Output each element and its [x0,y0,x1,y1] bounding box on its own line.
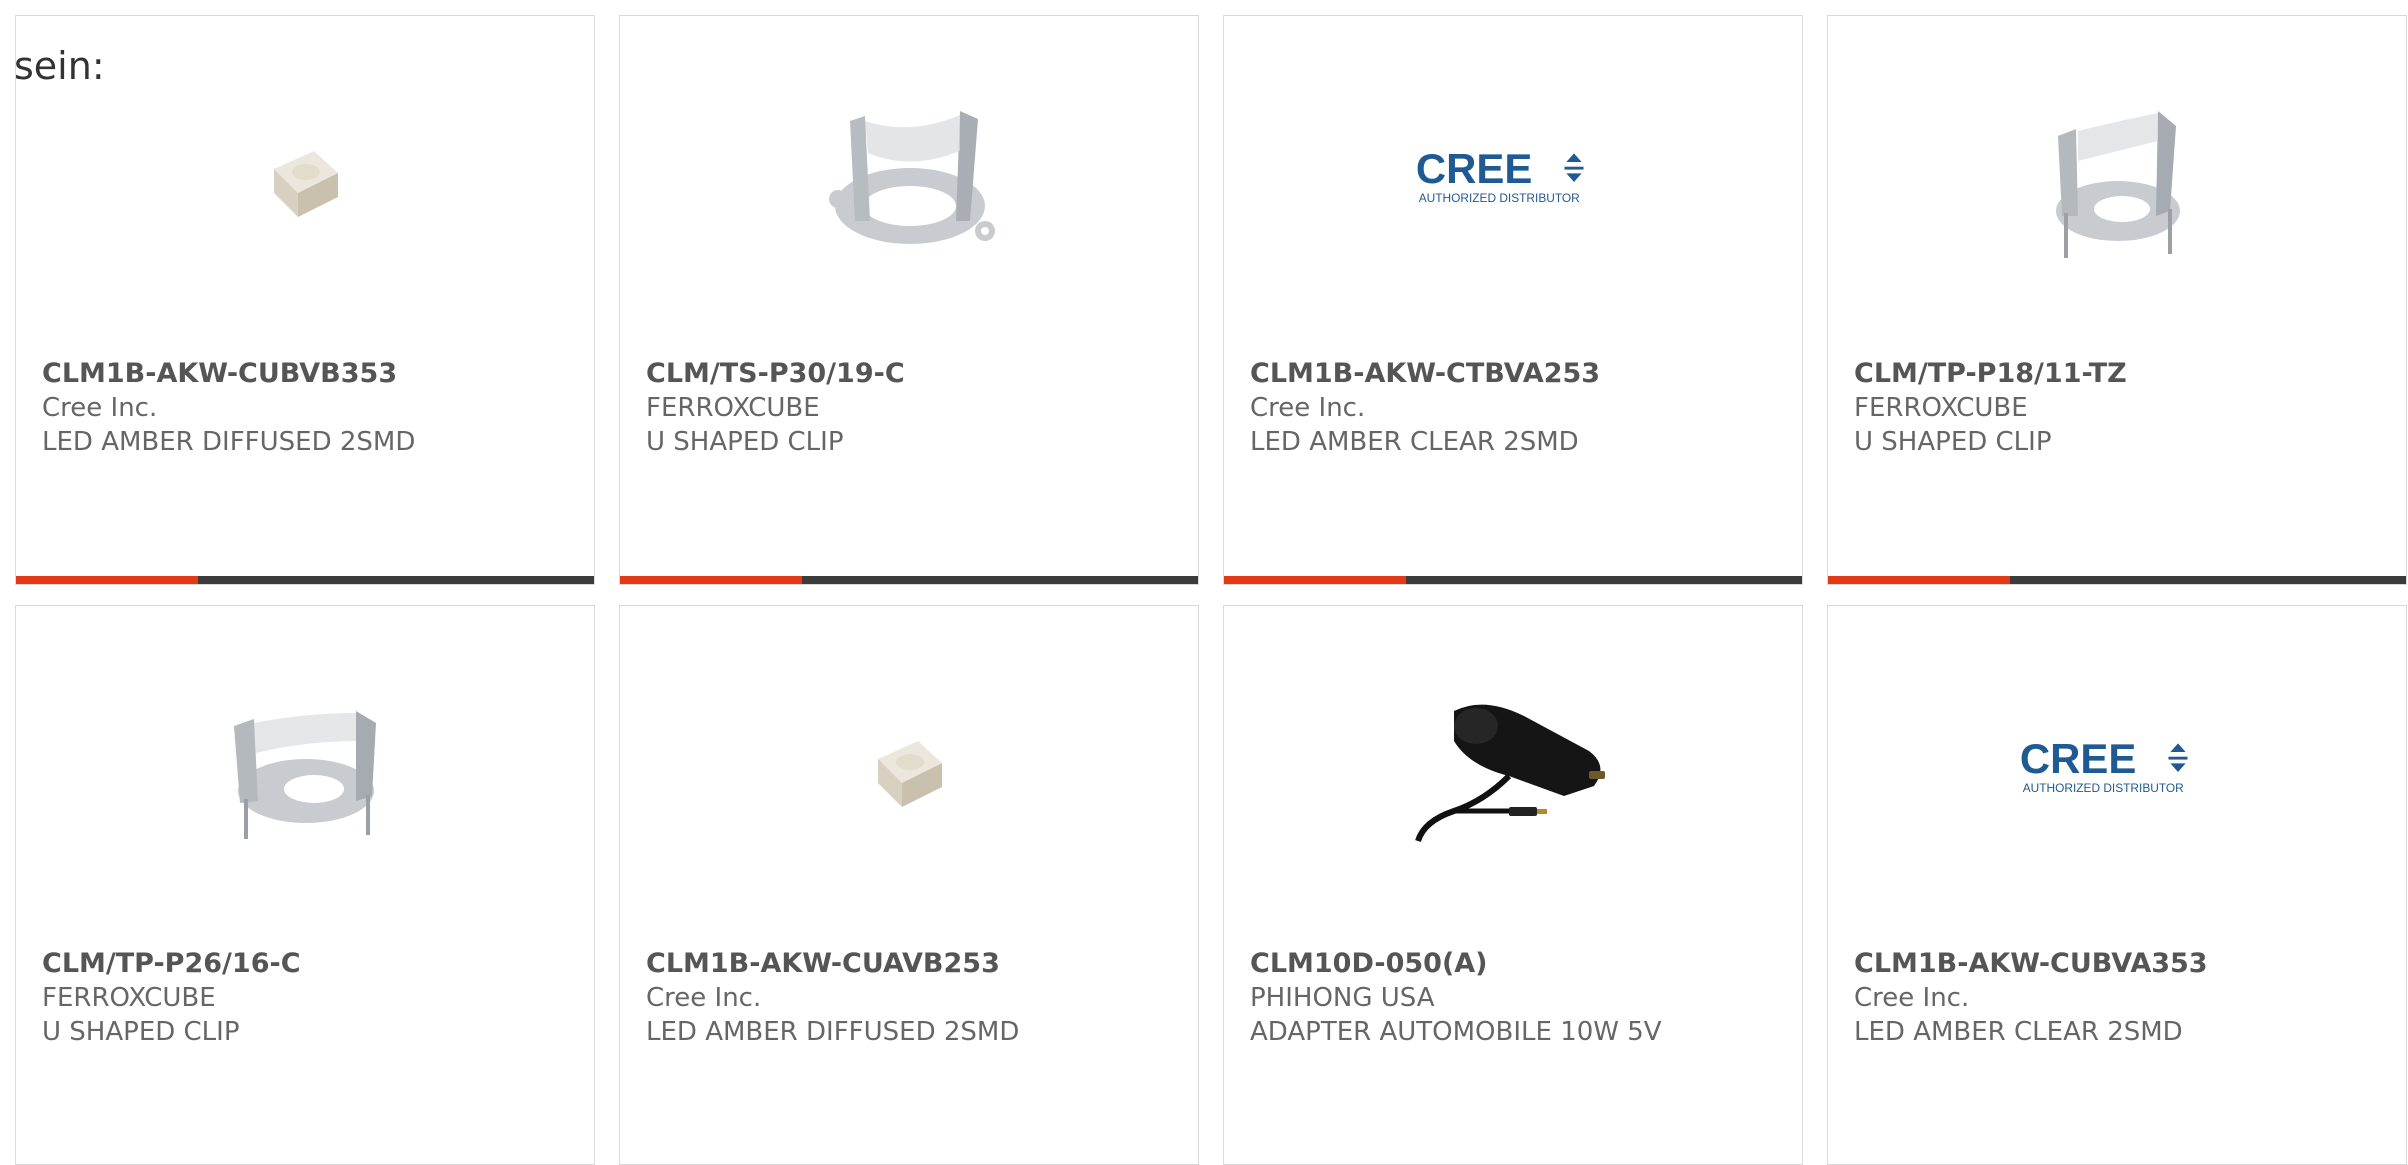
card-bar-accent [1224,576,1406,584]
card-bar [620,576,1198,584]
product-card[interactable]: CLM/TS-P30/19-C FERROXCUBE U SHAPED CLIP [619,15,1199,585]
description: LED AMBER DIFFUSED 2SMD [42,427,416,457]
description: LED AMBER CLEAR 2SMD [1250,427,1579,457]
card-bar-accent [1828,576,2010,584]
manufacturer: FERROXCUBE [1854,393,2028,423]
part-number[interactable]: CLM/TS-P30/19-C [646,357,905,391]
clip-icon [810,81,1010,281]
card-bar [1224,576,1802,584]
car-adapter-icon [1414,671,1614,871]
cree-logo: CREE AUTHORIZED DISTRIBUTOR [1414,81,1614,281]
manufacturer: Cree Inc. [42,393,158,423]
part-number[interactable]: CLM1B-AKW-CUBVB353 [42,357,415,391]
description: LED AMBER CLEAR 2SMD [1854,1017,2183,1047]
manufacturer: Cree Inc. [1250,393,1366,423]
card-bar [1828,576,2406,584]
cree-logo: CREE AUTHORIZED DISTRIBUTOR [2018,671,2218,871]
cree-wordmark: CREE [1416,145,1532,192]
manufacturer: FERROXCUBE [646,393,820,423]
cree-wordmark: CREE [2020,735,2136,782]
intro-text: sein: [14,44,105,88]
product-card[interactable]: CLM1B-AKW-CUBVB353 Cree Inc. LED AMBER D… [15,15,595,585]
part-number[interactable]: CLM1B-AKW-CTBVA253 [1250,357,1600,391]
part-number[interactable]: CLM/TP-P18/11-TZ [1854,357,2127,391]
description: U SHAPED CLIP [1854,427,2052,457]
product-card[interactable]: CREE AUTHORIZED DISTRIBUTOR CLM1B-AKW-CU… [1827,605,2407,1165]
led-chip-icon [810,671,1010,871]
card-bar-accent [620,576,802,584]
part-number[interactable]: CLM1B-AKW-CUBVA353 [1854,947,2208,981]
cree-tagline: AUTHORIZED DISTRIBUTOR [2023,781,2184,795]
manufacturer: FERROXCUBE [42,983,216,1013]
card-bar [16,576,594,584]
card-bar-accent [16,576,198,584]
product-card[interactable]: CREE AUTHORIZED DISTRIBUTOR CLM1B-AKW-CT… [1223,15,1803,585]
manufacturer: Cree Inc. [646,983,762,1013]
clip-icon [2018,81,2218,281]
manufacturer: Cree Inc. [1854,983,1970,1013]
manufacturer: PHIHONG USA [1250,983,1435,1013]
led-chip-icon [206,81,406,281]
description: U SHAPED CLIP [42,1017,240,1047]
clip-icon [206,671,406,871]
part-number[interactable]: CLM/TP-P26/16-C [42,947,301,981]
product-card[interactable]: CLM/TP-P26/16-C FERROXCUBE U SHAPED CLIP [15,605,595,1165]
description: LED AMBER DIFFUSED 2SMD [646,1017,1020,1047]
part-number[interactable]: CLM10D-050(A) [1250,947,1662,981]
product-card[interactable]: CLM1B-AKW-CUAVB253 Cree Inc. LED AMBER D… [619,605,1199,1165]
product-card[interactable]: CLM10D-050(A) PHIHONG USA ADAPTER AUTOMO… [1223,605,1803,1165]
description: U SHAPED CLIP [646,427,844,457]
part-number[interactable]: CLM1B-AKW-CUAVB253 [646,947,1019,981]
cree-tagline: AUTHORIZED DISTRIBUTOR [1419,191,1580,205]
description: ADAPTER AUTOMOBILE 10W 5V [1250,1017,1662,1047]
product-card[interactable]: CLM/TP-P18/11-TZ FERROXCUBE U SHAPED CLI… [1827,15,2407,585]
